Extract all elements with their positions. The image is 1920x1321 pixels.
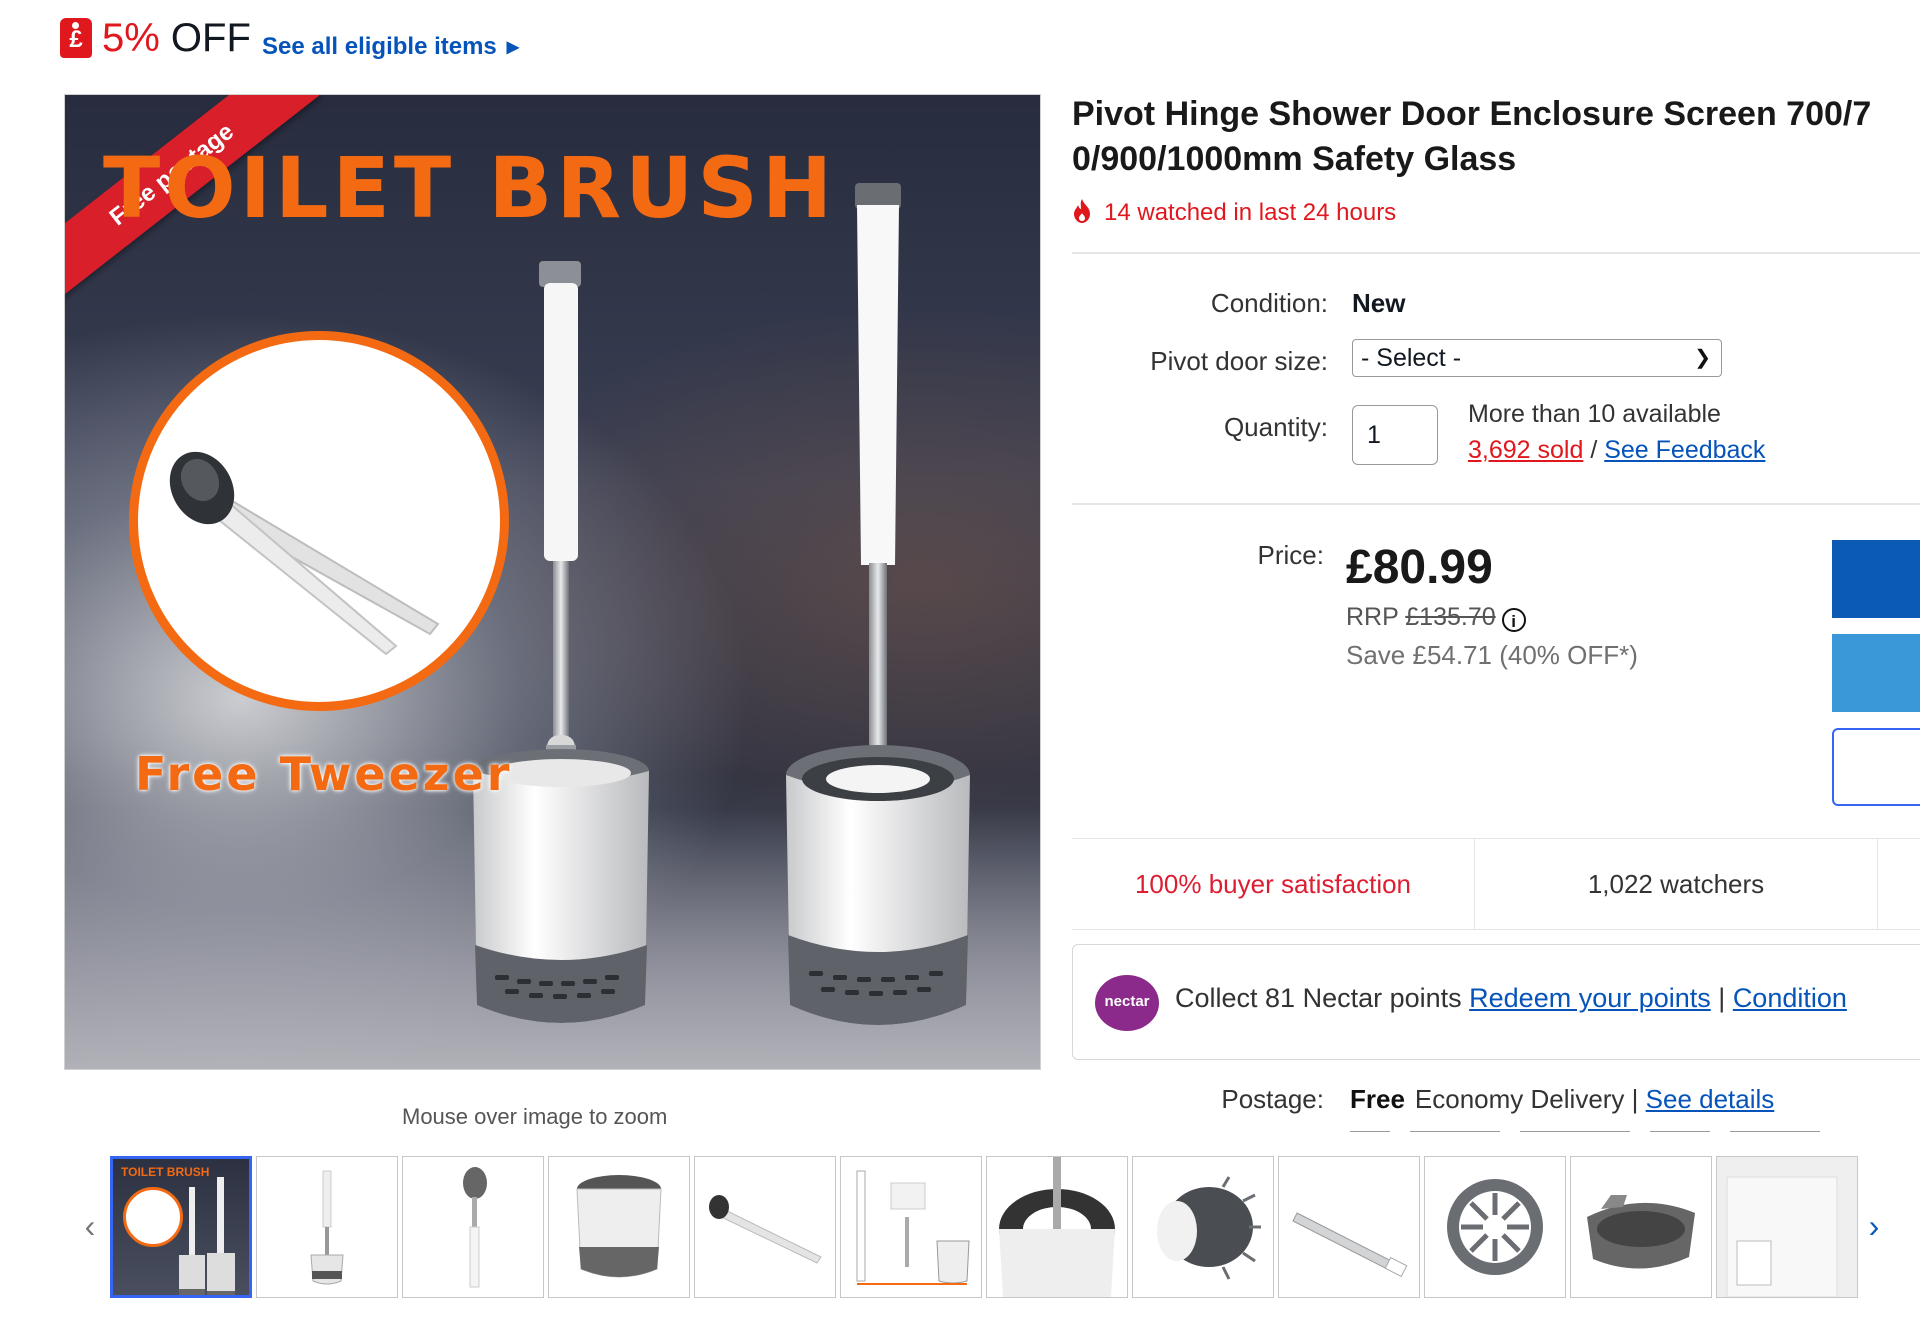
product-title-line-2: 0/900/1000mm Safety Glass xyxy=(1072,140,1517,178)
thumbnail-4[interactable] xyxy=(548,1156,690,1298)
seller-stats: 100% buyer satisfaction 1,022 watchers xyxy=(1072,838,1920,930)
promo-tag-icon: £ xyxy=(60,18,92,58)
see-feedback-link[interactable]: See Feedback xyxy=(1604,436,1765,464)
thumbnail-strip: ‹ TOILET BRUSH › xyxy=(78,1156,1918,1304)
right-handle xyxy=(857,205,899,565)
nectar-panel: nectar Collect 81 Nectar points Redeem y… xyxy=(1072,944,1920,1060)
postage-free: Free xyxy=(1350,1084,1405,1114)
price-value: £80.99 xyxy=(1346,541,1493,594)
thumbnail-5[interactable] xyxy=(694,1156,836,1298)
tweezer-inset xyxy=(129,331,509,711)
sold-separator: / xyxy=(1583,436,1605,464)
thumbnail-1[interactable]: TOILET BRUSH xyxy=(110,1156,252,1298)
thumbnail-9[interactable] xyxy=(1278,1156,1420,1298)
rrp-label: RRP xyxy=(1346,603,1406,631)
thumbnail-7[interactable] xyxy=(986,1156,1128,1298)
quantity-input[interactable]: 1 xyxy=(1352,405,1438,465)
promo-off-label: OFF xyxy=(159,16,251,60)
nectar-text: Collect 81 Nectar points Redeem your poi… xyxy=(1175,983,1847,1014)
main-product-image[interactable]: Free postage TOILET BRUSH Free Tweezer xyxy=(64,94,1041,1070)
nectar-logo: nectar xyxy=(1095,975,1159,1031)
thumbnail-2[interactable] xyxy=(256,1156,398,1298)
divider-top xyxy=(1072,252,1920,254)
buy-it-now-button[interactable] xyxy=(1832,540,1920,618)
watched-text: 14 watched in last 24 hours xyxy=(1104,199,1397,226)
thumbnail-6[interactable] xyxy=(840,1156,982,1298)
promo-discount: 5% OFF xyxy=(102,16,251,61)
add-to-watchlist-button[interactable] xyxy=(1832,728,1920,806)
condition-value: New xyxy=(1352,288,1406,318)
thumbnail-next-button[interactable]: › xyxy=(1862,1156,1886,1296)
cut-off-text xyxy=(1350,1122,1830,1132)
rrp-line: RRP £135.70 i xyxy=(1346,603,1526,632)
pivot-door-size-label: Pivot door size: xyxy=(1150,346,1328,376)
see-eligible-items-link[interactable]: See all eligible items ▶ xyxy=(262,33,519,61)
postage-label: Postage: xyxy=(1221,1084,1324,1114)
thumbnail-prev-button[interactable]: ‹ xyxy=(78,1156,102,1296)
nectar-separator: | xyxy=(1710,983,1733,1013)
postage-method: Economy Delivery xyxy=(1414,1084,1625,1114)
image-headline: TOILET BRUSH xyxy=(103,139,837,237)
watchers-count: 1,022 watchers xyxy=(1475,839,1878,929)
postage-separator: | xyxy=(1624,1084,1646,1114)
rrp-value: £135.70 xyxy=(1405,603,1496,631)
product-title: Pivot Hinge Shower Door Enclosure Screen… xyxy=(1072,92,1920,182)
quantity-label: Quantity: xyxy=(1223,412,1328,442)
nectar-conditions-link[interactable]: Condition xyxy=(1733,983,1847,1013)
pivot-door-size-select[interactable]: - Select - ❯ xyxy=(1352,339,1722,377)
see-details-link[interactable]: See details xyxy=(1646,1084,1775,1114)
divider-middle xyxy=(1072,503,1920,505)
nectar-collect-text: Collect 81 Nectar points xyxy=(1175,983,1470,1013)
pivot-door-size-value: - Select - xyxy=(1361,344,1462,372)
savings-text: Save £54.71 (40% OFF*) xyxy=(1346,640,1638,670)
chevron-right-icon: › xyxy=(1868,1208,1880,1244)
thumbnail-3[interactable] xyxy=(402,1156,544,1298)
free-tweezer-caption: Free Tweezer xyxy=(135,747,513,801)
thumbnail-8[interactable] xyxy=(1132,1156,1274,1298)
thumbnail-10[interactable] xyxy=(1424,1156,1566,1298)
tweezer-icon xyxy=(169,451,440,656)
flame-icon xyxy=(1074,199,1090,223)
zoom-hint: Mouse over image to zoom xyxy=(402,1104,668,1129)
condition-label: Condition: xyxy=(1210,288,1328,318)
info-icon[interactable]: i xyxy=(1501,608,1526,632)
product-title-line-1: Pivot Hinge Shower Door Enclosure Screen… xyxy=(1072,95,1872,133)
redeem-points-link[interactable]: Redeem your points xyxy=(1469,983,1711,1013)
chevron-left-icon: ‹ xyxy=(84,1208,96,1244)
left-handle xyxy=(544,283,578,561)
sold-feedback-line: 3,692 sold / See Feedback xyxy=(1468,436,1765,465)
promo-percent: 5% xyxy=(102,16,160,60)
thumbnail-12[interactable] xyxy=(1716,1156,1858,1298)
arrow-right-icon: ▶ xyxy=(506,39,520,56)
sold-count-link[interactable]: 3,692 sold xyxy=(1468,436,1583,464)
see-eligible-items-label: See all eligible items xyxy=(262,33,497,60)
price-label: Price: xyxy=(1257,540,1324,570)
thumbnail-headline: TOILET BRUSH xyxy=(121,1165,210,1179)
buyer-satisfaction: 100% buyer satisfaction xyxy=(1072,839,1475,929)
thumbnail-11[interactable] xyxy=(1570,1156,1712,1298)
watched-signal: 14 watched in last 24 hours xyxy=(1072,196,1396,227)
availability-text: More than 10 available xyxy=(1468,400,1721,428)
postage-info: Free Economy Delivery | See details xyxy=(1350,1084,1774,1115)
add-to-basket-button[interactable] xyxy=(1832,634,1920,712)
chevron-down-icon: ❯ xyxy=(1694,347,1711,369)
